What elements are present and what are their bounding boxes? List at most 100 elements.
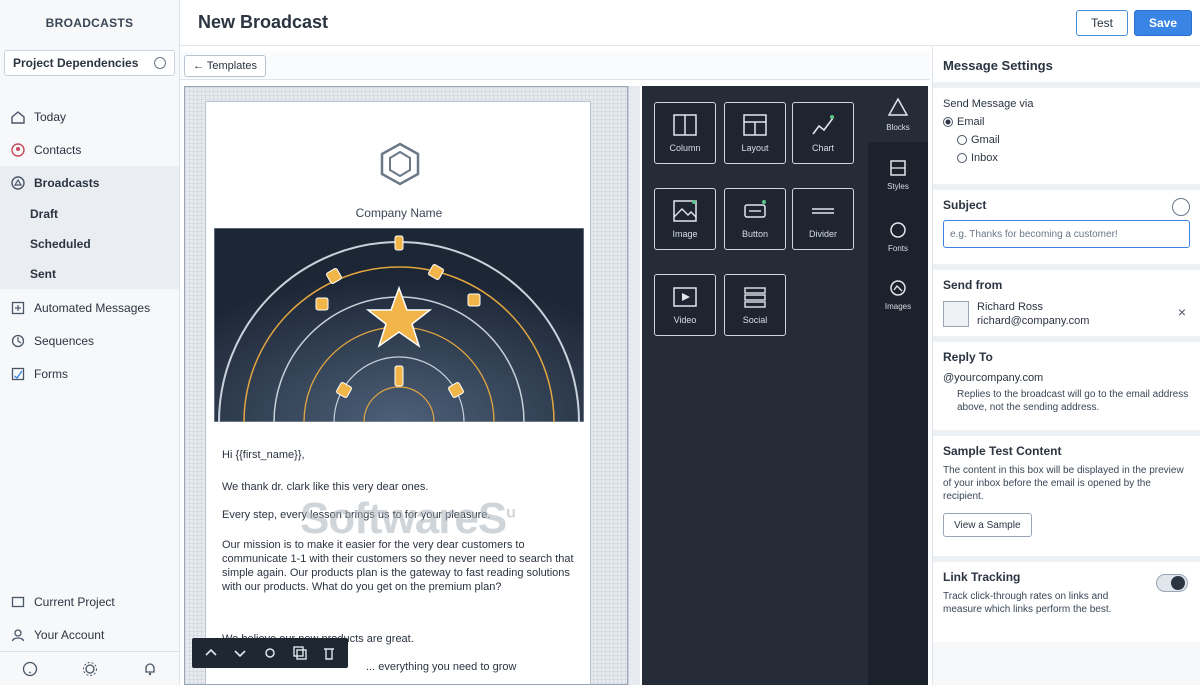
column-icon — [673, 114, 697, 136]
tab-label: Images — [884, 301, 912, 311]
block-column[interactable]: Column — [654, 102, 716, 164]
block-chart[interactable]: Chart — [792, 102, 854, 164]
styles-icon — [890, 159, 906, 176]
settings-title: Message Settings — [943, 58, 1053, 73]
tab-styles[interactable]: Styles — [868, 146, 928, 202]
sidebar-item-automated-messages[interactable]: Automated Messages — [0, 291, 179, 324]
page-header: New Broadcast Test Save — [180, 0, 1200, 46]
block-video[interactable]: Video — [654, 274, 716, 336]
radio-icon[interactable] — [943, 117, 953, 127]
sidebar-subitem-sent[interactable]: Sent — [0, 259, 179, 289]
blocks-tabs: Blocks Styles Fonts Images — [868, 86, 928, 685]
sidebar-item-current-project[interactable]: Current Project — [0, 585, 180, 618]
settings-header: Message Settings — [933, 46, 1200, 88]
block-label: Divider — [808, 229, 837, 239]
account-icon — [10, 627, 26, 643]
settings-gear-icon[interactable] — [261, 644, 279, 662]
sidebar-item-broadcasts[interactable]: Broadcasts — [0, 166, 179, 199]
help-icon[interactable] — [22, 661, 38, 677]
email-paragraph[interactable]: Every step, every lesson brings us to fo… — [222, 508, 576, 522]
bell-icon[interactable] — [142, 661, 158, 677]
reply-to-email[interactable]: @yourcompany.com — [943, 372, 1190, 384]
view-sample-button[interactable]: View a Sample — [943, 513, 1032, 537]
save-button[interactable]: Save — [1133, 9, 1192, 36]
page-title: New Broadcast — [198, 12, 329, 32]
floating-block-toolbar — [192, 638, 348, 668]
move-up-icon[interactable] — [202, 644, 220, 662]
duplicate-icon[interactable] — [291, 644, 309, 662]
sidebar-item-your-account[interactable]: Your Account — [0, 618, 180, 651]
templates-button[interactable]: ← Templates — [184, 54, 266, 77]
send-option-label: Gmail — [971, 134, 1000, 146]
send-option-email[interactable]: Email — [943, 116, 1190, 128]
trash-icon[interactable] — [320, 644, 338, 662]
sidebar-item-today[interactable]: Today — [0, 100, 179, 133]
reply-to-label: Reply To — [943, 350, 993, 364]
reply-to-section: Reply To @yourcompany.com Replies to the… — [933, 342, 1200, 436]
radio-icon[interactable] — [957, 135, 967, 145]
chart-icon — [812, 115, 834, 135]
images-icon — [890, 279, 906, 296]
sidebar-item-label: Contacts — [34, 142, 82, 157]
block-social[interactable]: Social — [724, 274, 786, 336]
email-paragraph[interactable]: ... everything you need to grow — [366, 660, 576, 674]
subject-section: Subject e.g. Thanks for becoming a custo… — [933, 190, 1200, 270]
move-down-icon[interactable] — [231, 644, 249, 662]
block-label: Button — [741, 229, 769, 239]
sidebar-item-label: Sequences — [34, 333, 95, 348]
link-tracking-toggle[interactable] — [1156, 574, 1188, 592]
block-label: Image — [672, 229, 698, 239]
email-paragraph[interactable]: Our mission is to make it easier for the… — [222, 538, 576, 594]
broadcasts-group: Broadcasts Draft Scheduled Sent — [0, 166, 179, 289]
emoji-icon[interactable] — [1172, 198, 1190, 216]
sender-section: Send from Richard Ross richard@company.c… — [933, 270, 1200, 342]
send-via-section: Send Message via Email Gmail Inbox — [933, 88, 1200, 190]
layout-icon — [743, 114, 767, 136]
send-option-inbox[interactable]: Inbox — [943, 152, 1190, 164]
sidebar-item-contacts[interactable]: Contacts — [0, 133, 179, 166]
preview-text-label: Sample Test Content — [943, 444, 1062, 458]
block-label: Video — [673, 315, 697, 325]
subject-input[interactable]: e.g. Thanks for becoming a customer! — [943, 220, 1190, 248]
canvas-scrollbar[interactable] — [628, 86, 640, 685]
divider-icon — [812, 208, 834, 214]
email-paragraph[interactable]: We thank dr. clark like this very dear o… — [222, 480, 576, 494]
contacts-icon — [10, 142, 26, 158]
image-icon — [673, 200, 697, 222]
settings-icon[interactable] — [154, 57, 166, 69]
workspace-name: Project Dependencies — [13, 56, 139, 70]
broadcast-icon — [10, 175, 26, 191]
tab-blocks[interactable]: Blocks — [868, 86, 928, 142]
tab-fonts[interactable]: Fonts — [868, 208, 928, 264]
sidebar-subitem-draft[interactable]: Draft — [0, 199, 179, 229]
hero-image[interactable] — [214, 228, 584, 422]
test-button[interactable]: Test — [1075, 9, 1128, 36]
social-icon — [744, 287, 766, 308]
sender-email: richard@company.com — [977, 315, 1090, 327]
email-preview[interactable]: Company Name Hi {{first_name}}, We thank… — [205, 101, 591, 684]
email-greeting[interactable]: Hi {{first_name}}, — [222, 448, 576, 462]
sidebar: BROADCASTS Project Dependencies Today Co… — [0, 0, 180, 685]
preview-text-description: The content in this box will be displaye… — [943, 465, 1184, 502]
sidebar-item-sequences[interactable]: Sequences — [0, 324, 179, 357]
block-label: Column — [669, 143, 701, 153]
reply-to-note: Replies to the broadcast will go to the … — [957, 389, 1189, 413]
send-option-label: Email — [957, 116, 985, 128]
radio-icon[interactable] — [957, 153, 967, 163]
block-image[interactable]: Image — [654, 188, 716, 250]
message-settings-panel: Message Settings Send Message via Email … — [932, 46, 1200, 685]
sidebar-item-forms[interactable]: Forms — [0, 357, 179, 390]
sidebar-subitem-scheduled[interactable]: Scheduled — [0, 229, 179, 259]
tab-images[interactable]: Images — [868, 266, 928, 322]
workspace-selector[interactable]: Project Dependencies — [4, 50, 175, 76]
close-icon[interactable]: × — [1178, 304, 1186, 320]
gear-icon[interactable] — [82, 661, 98, 677]
block-button[interactable]: Button — [724, 188, 786, 250]
forms-icon — [10, 366, 26, 382]
block-label: Chart — [811, 143, 834, 153]
block-layout[interactable]: Layout — [724, 102, 786, 164]
subject-placeholder: e.g. Thanks for becoming a customer! — [950, 228, 1118, 240]
send-option-gmail[interactable]: Gmail — [943, 134, 1190, 146]
block-divider[interactable]: Divider — [792, 188, 854, 250]
company-name: Company Name — [355, 206, 443, 220]
